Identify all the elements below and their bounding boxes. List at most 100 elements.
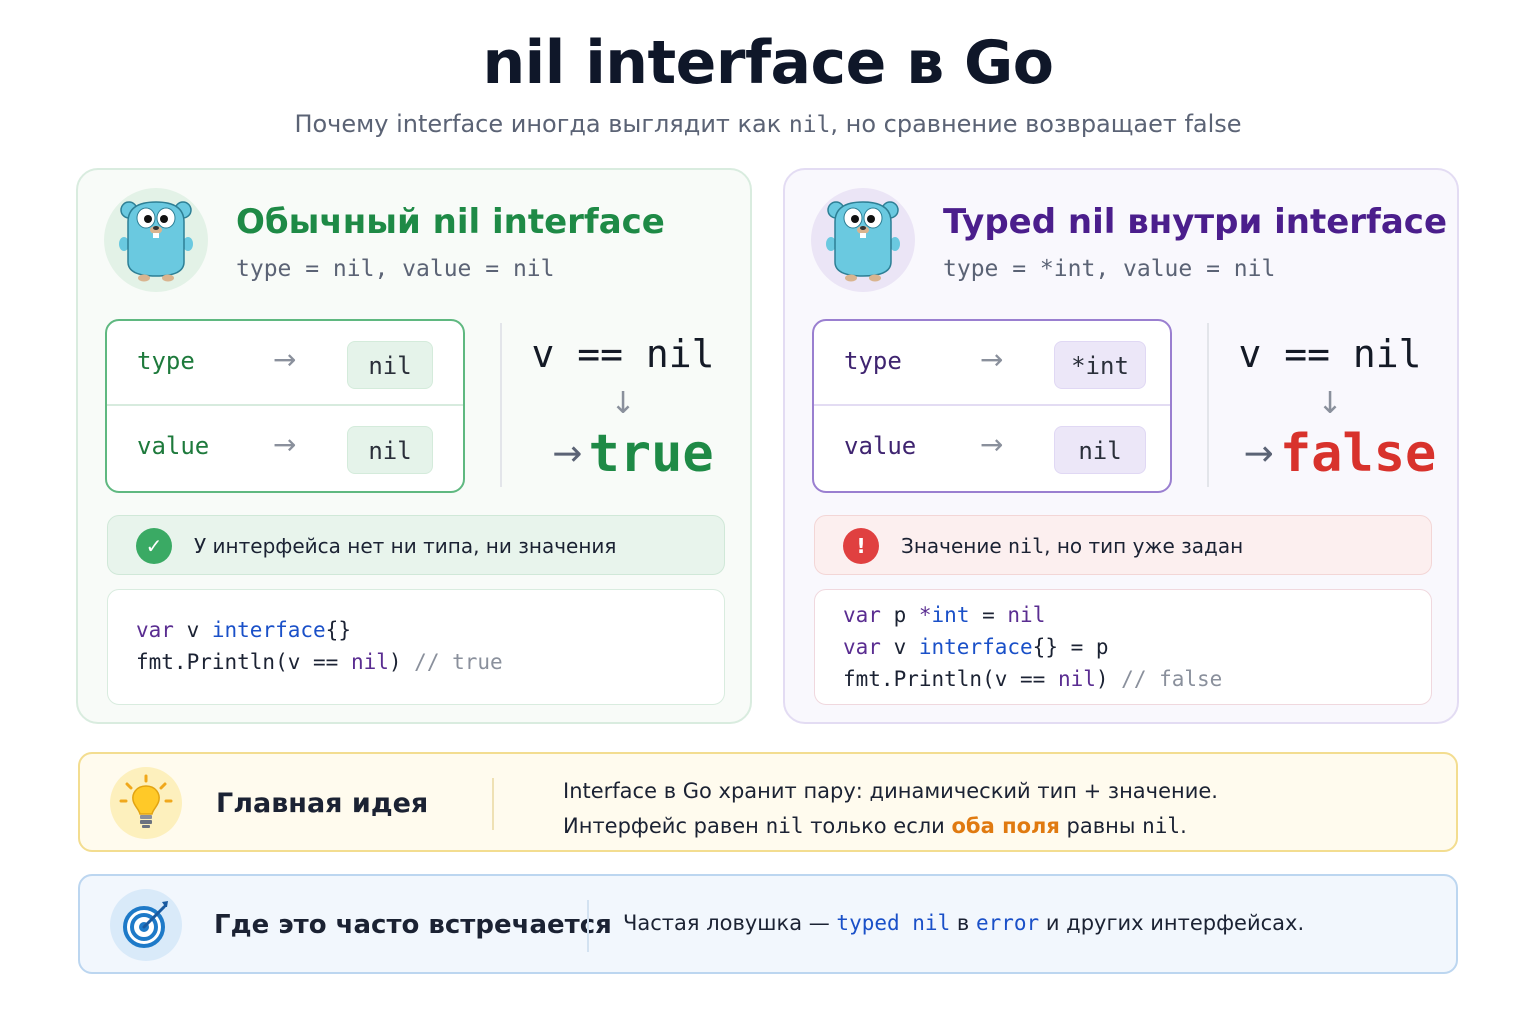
- result-value: false: [1279, 424, 1437, 484]
- code-text: =: [969, 603, 1008, 627]
- status-banner: ✓ У интерфейса нет ни типа, ни значения: [107, 515, 725, 575]
- gopher-icon: [104, 188, 208, 292]
- main-idea-banner: Главная идея Interface в Go хранит пару:…: [78, 752, 1458, 852]
- status-text-part: Значение: [901, 534, 1009, 558]
- gopher-icon: [811, 188, 915, 292]
- main-idea-line-2: Интерфейс равен nil только если оба поля…: [563, 809, 1218, 844]
- field-key: type: [844, 347, 902, 375]
- page-subtitle: Почему interface иногда выглядит как nil…: [0, 110, 1536, 138]
- field-row-type: type → *int: [814, 321, 1170, 406]
- code-type: interface: [918, 635, 1033, 659]
- field-key: value: [844, 432, 917, 460]
- field-row-value: value → nil: [814, 406, 1170, 491]
- arrow-right-icon: →: [273, 428, 297, 461]
- code-text: p: [880, 603, 919, 627]
- code-keyword: var: [843, 635, 881, 659]
- field-row-type: type → nil: [107, 321, 463, 406]
- status-text-part: , но тип уже задан: [1044, 534, 1244, 558]
- code-keyword: var: [136, 618, 174, 642]
- field-key: value: [137, 432, 210, 460]
- arrow-right-icon: →: [1243, 433, 1274, 475]
- arrow-right-icon: →: [273, 343, 297, 376]
- field-row-value: value → nil: [107, 406, 463, 491]
- subtitle-text-2: , но сравнение возвращает false: [830, 110, 1242, 138]
- code-text: v: [173, 618, 212, 642]
- idea-code: nil: [1142, 814, 1181, 838]
- code-keyword: nil: [350, 650, 389, 674]
- divider: [492, 778, 494, 830]
- where-title: Где это часто встречается: [214, 910, 612, 940]
- comparison-expression: v == nil: [531, 332, 715, 376]
- arrow-right-icon: →: [980, 343, 1004, 376]
- divider: [500, 323, 502, 487]
- code-text: {} = p: [1032, 635, 1109, 659]
- where-text-part: Частая ловушка —: [623, 911, 837, 935]
- where-banner: Где это часто встречается Частая ловушка…: [78, 874, 1458, 974]
- idea-text-part: Интерфейс равен: [563, 814, 766, 838]
- code-comment: // true: [414, 650, 503, 674]
- target-icon: [110, 889, 182, 961]
- where-code: typed nil: [836, 911, 951, 935]
- panel-subtitle: type = *int, value = nil: [943, 256, 1276, 282]
- status-banner: ! Значение nil, но тип уже задан: [814, 515, 1432, 575]
- code-text: ): [1095, 667, 1122, 691]
- arrow-right-icon: →: [552, 433, 583, 475]
- page-title: nil interface в Go: [482, 28, 1054, 98]
- status-code: nil: [1008, 534, 1045, 558]
- comparison-result: → false: [1225, 424, 1455, 484]
- main-idea-line-1: Interface в Go хранит пару: динамический…: [563, 779, 1218, 803]
- idea-text-part: равны: [1059, 814, 1143, 838]
- code-text: *: [918, 603, 932, 627]
- code-type: int: [931, 603, 970, 627]
- arrow-down-icon: ↓: [610, 386, 636, 421]
- code-text: {}: [325, 618, 351, 642]
- comparison-result: → true: [518, 424, 748, 484]
- status-text: Значение nil, но тип уже задан: [901, 534, 1243, 558]
- code-text: fmt.Println(v ==: [843, 667, 1058, 691]
- code-block: var v interface{} fmt.Println(v == nil) …: [107, 589, 725, 705]
- code-text: v: [880, 635, 919, 659]
- result-value: true: [588, 424, 714, 484]
- code-lines: var p *int = nil var v interface{} = p f…: [843, 599, 1222, 695]
- interface-fields-box: type → nil value → nil: [105, 319, 465, 493]
- where-text: Частая ловушка — typed nil в error и дру…: [623, 911, 1304, 935]
- main-idea-title: Главная идея: [216, 788, 429, 819]
- exclamation-circle-icon: !: [843, 528, 879, 564]
- field-value: *int: [1054, 341, 1146, 389]
- idea-text-part: .: [1180, 814, 1187, 838]
- field-value: nil: [1054, 426, 1146, 474]
- divider: [1207, 323, 1209, 487]
- subtitle-text-1: Почему interface иногда выглядит как: [294, 110, 789, 138]
- where-text-part: в: [950, 911, 976, 935]
- status-text: У интерфейса нет ни типа, ни значения: [194, 534, 617, 558]
- where-text-part: и других интерфейсах.: [1039, 911, 1305, 935]
- lightbulb-icon: [110, 767, 182, 839]
- idea-highlight: оба поля: [951, 814, 1060, 838]
- comparison-expression: v == nil: [1238, 332, 1422, 376]
- field-value: nil: [347, 426, 433, 474]
- panel-subtitle: type = nil, value = nil: [236, 256, 555, 282]
- arrow-right-icon: →: [980, 428, 1004, 461]
- code-keyword: nil: [1007, 603, 1046, 627]
- nil-interface-panel: Обычный nil interface type = nil, value …: [76, 168, 752, 724]
- field-key: type: [137, 347, 195, 375]
- interface-fields-box: type → *int value → nil: [812, 319, 1172, 493]
- panel-title: Обычный nil interface: [236, 202, 665, 242]
- code-text: ): [388, 650, 415, 674]
- typed-nil-panel: Typed nil внутри interface type = *int, …: [783, 168, 1459, 724]
- code-keyword: var: [843, 603, 881, 627]
- panel-title: Typed nil внутри interface: [943, 202, 1448, 242]
- where-code: error: [975, 911, 1040, 935]
- idea-code: nil: [765, 814, 804, 838]
- code-keyword: nil: [1057, 667, 1096, 691]
- divider: [587, 900, 589, 952]
- code-comment: // false: [1121, 667, 1223, 691]
- field-value: nil: [347, 341, 433, 389]
- check-circle-icon: ✓: [136, 528, 172, 564]
- code-type: interface: [211, 618, 326, 642]
- subtitle-code: nil: [788, 112, 831, 138]
- main-idea-text: Interface в Go хранит пару: динамический…: [563, 774, 1218, 844]
- arrow-down-icon: ↓: [1317, 386, 1343, 421]
- code-lines: var v interface{} fmt.Println(v == nil) …: [136, 614, 503, 678]
- code-block: var p *int = nil var v interface{} = p f…: [814, 589, 1432, 705]
